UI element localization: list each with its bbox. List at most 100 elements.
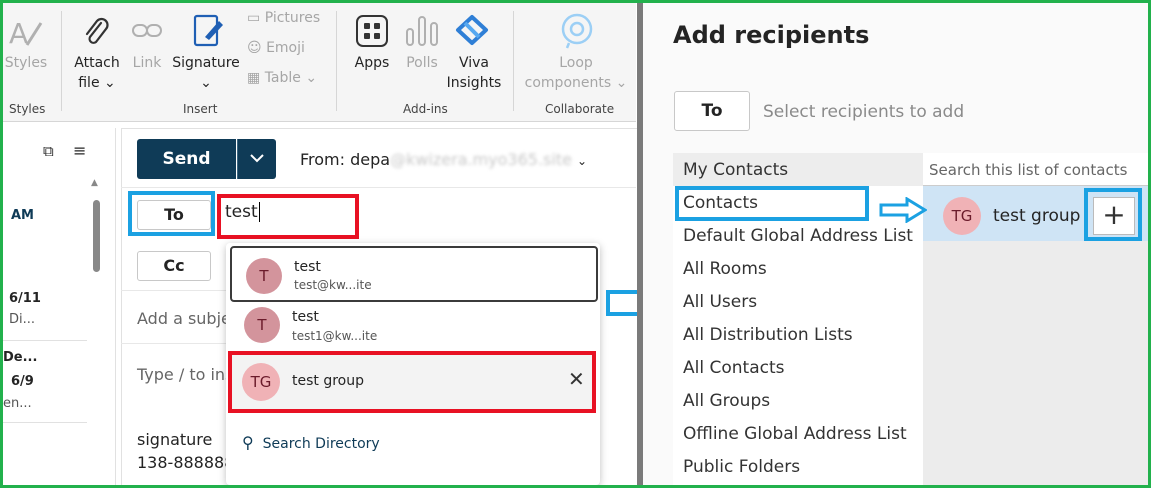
addins-group-label: Add-ins <box>403 102 448 116</box>
pictures-button[interactable]: ▭ Pictures <box>247 10 320 26</box>
loop-components-button[interactable]: Loop components ⌄ <box>519 53 633 93</box>
table-label: Table <box>264 70 301 86</box>
select-mode-icon[interactable]: ⧉ <box>43 142 54 160</box>
recipient-input[interactable]: Select recipients to add <box>763 102 964 122</box>
attach-file-button[interactable]: Attach file ⌄ <box>69 53 125 93</box>
viva-insights-icon <box>454 13 490 51</box>
directory-all-groups[interactable]: All Groups <box>683 385 770 418</box>
styles-button[interactable]: Styles <box>3 53 49 73</box>
message-sender: De... <box>3 350 38 365</box>
message-preview: Di... <box>9 312 36 327</box>
add-recipients-dialog: Add recipients To Select recipients to a… <box>643 3 1148 485</box>
table-button[interactable]: ▦ Table ⌄ <box>247 70 317 86</box>
close-icon[interactable]: ✕ <box>568 367 585 391</box>
directory-all-distribution-lists[interactable]: All Distribution Lists <box>683 319 853 352</box>
avatar: TG <box>943 197 981 235</box>
filter-icon[interactable]: ≡ <box>73 141 86 160</box>
contact-search-placeholder: Search this list of contacts <box>929 161 1128 179</box>
apps-button[interactable]: Apps <box>349 53 395 73</box>
signature-label: Signature <box>172 55 240 71</box>
insert-group-label: Insert <box>183 102 218 116</box>
dialog-title: Add recipients <box>673 21 870 49</box>
signature-line: signature <box>137 430 213 449</box>
avatar: TG <box>242 363 280 401</box>
suggestion-item[interactable]: T test test@kw...ite <box>230 246 598 302</box>
to-input[interactable]: test <box>225 202 260 222</box>
chevron-down-icon <box>250 154 264 163</box>
loop-components-label: Loop components <box>524 55 612 91</box>
screenshot-frame: A Styles Styles Attach file ⌄ Link Signa… <box>0 0 1151 488</box>
pictures-label: Pictures <box>264 10 321 26</box>
divider <box>3 340 87 341</box>
to-input-value: test <box>225 202 258 222</box>
from-selector[interactable]: From: depa@kwizera.myo365.site ⌄ <box>300 150 587 169</box>
emoji-icon: ☺ <box>247 40 262 56</box>
subject-input[interactable]: Add a subje <box>137 309 231 328</box>
divider <box>513 11 514 111</box>
signature-icon <box>191 13 225 53</box>
directory-offline-gal[interactable]: Offline Global Address List <box>683 418 907 451</box>
ribbon-toolbar: A Styles Styles Attach file ⌄ Link Signa… <box>3 3 636 122</box>
message-date: 6/11 <box>9 291 41 306</box>
directory-all-users[interactable]: All Users <box>683 286 757 319</box>
scroll-up-arrow[interactable]: ▲ <box>91 178 98 188</box>
styles-group-label: Styles <box>9 102 46 116</box>
contact-search-input[interactable]: Search this list of contacts <box>923 153 1148 186</box>
suggestion-name: test group <box>292 373 364 389</box>
suggestion-item[interactable]: TG test group ✕ <box>228 351 596 413</box>
search-directory-label: Search Directory <box>262 436 380 452</box>
divider <box>336 11 337 111</box>
paperclip-icon <box>81 15 111 53</box>
divider <box>61 11 62 111</box>
scrollbar-thumb[interactable] <box>93 200 100 272</box>
message-preview: en... <box>3 396 32 411</box>
add-contact-button[interactable]: + <box>1093 197 1135 235</box>
link-button[interactable]: Link <box>127 53 167 73</box>
recipient-suggestions: T test test@kw...ite T test test1@kw...i… <box>226 243 600 485</box>
dialog-to-button[interactable]: To <box>674 91 750 131</box>
link-icon <box>131 19 163 47</box>
avatar: T <box>246 258 282 294</box>
message-date: 6/9 <box>11 374 34 389</box>
picture-icon: ▭ <box>247 10 261 26</box>
suggestion-name: test <box>292 309 319 325</box>
emoji-label: Emoji <box>266 40 305 56</box>
styles-icon: A <box>9 17 43 51</box>
loop-icon <box>559 13 595 53</box>
arrow-annotation <box>879 196 928 227</box>
send-button[interactable]: Send <box>137 139 236 179</box>
divider <box>121 343 226 344</box>
suggestion-email: test1@kw...ite <box>292 329 378 343</box>
suggestion-email: test@kw...ite <box>294 278 372 292</box>
directory-my-contacts[interactable]: My Contacts <box>683 154 788 187</box>
to-button[interactable]: To <box>137 200 211 230</box>
attach-file-label: Attach file <box>74 55 120 91</box>
message-time: AM <box>11 208 34 223</box>
cc-button[interactable]: Cc <box>137 251 211 281</box>
apps-icon <box>356 15 388 51</box>
body-input[interactable]: Type / to ins <box>137 365 233 384</box>
suggestion-item[interactable]: T test test1@kw...ite <box>230 301 598 353</box>
divider <box>3 422 87 423</box>
search-icon: ⚲ <box>242 433 254 452</box>
from-label: From: depa <box>300 150 391 169</box>
divider <box>121 290 226 291</box>
directory-all-contacts[interactable]: All Contacts <box>683 352 784 385</box>
polls-button[interactable]: Polls <box>401 53 443 73</box>
directory-all-rooms[interactable]: All Rooms <box>683 253 767 286</box>
signature-phone: 138-888888 <box>137 453 235 472</box>
svg-text:A: A <box>9 17 28 47</box>
contact-name: test group <box>993 206 1081 226</box>
from-address: @kwizera.myo365.site <box>390 150 572 169</box>
directory-contacts[interactable]: Contacts <box>683 187 758 220</box>
search-directory-link[interactable]: ⚲ Search Directory <box>242 433 380 452</box>
suggestion-name: test <box>294 259 321 275</box>
directory-public-folders[interactable]: Public Folders <box>683 451 800 484</box>
table-icon: ▦ <box>247 70 261 86</box>
signature-button[interactable]: Signature ⌄ <box>169 53 243 93</box>
divider <box>121 187 636 188</box>
message-list: ⧉ ≡ ▲ AM 6/11 Di... De... 6/9 en... <box>3 128 116 485</box>
viva-insights-button[interactable]: Viva Insights <box>443 53 505 93</box>
emoji-button[interactable]: ☺ Emoji <box>247 40 305 56</box>
send-options-button[interactable] <box>237 139 276 179</box>
